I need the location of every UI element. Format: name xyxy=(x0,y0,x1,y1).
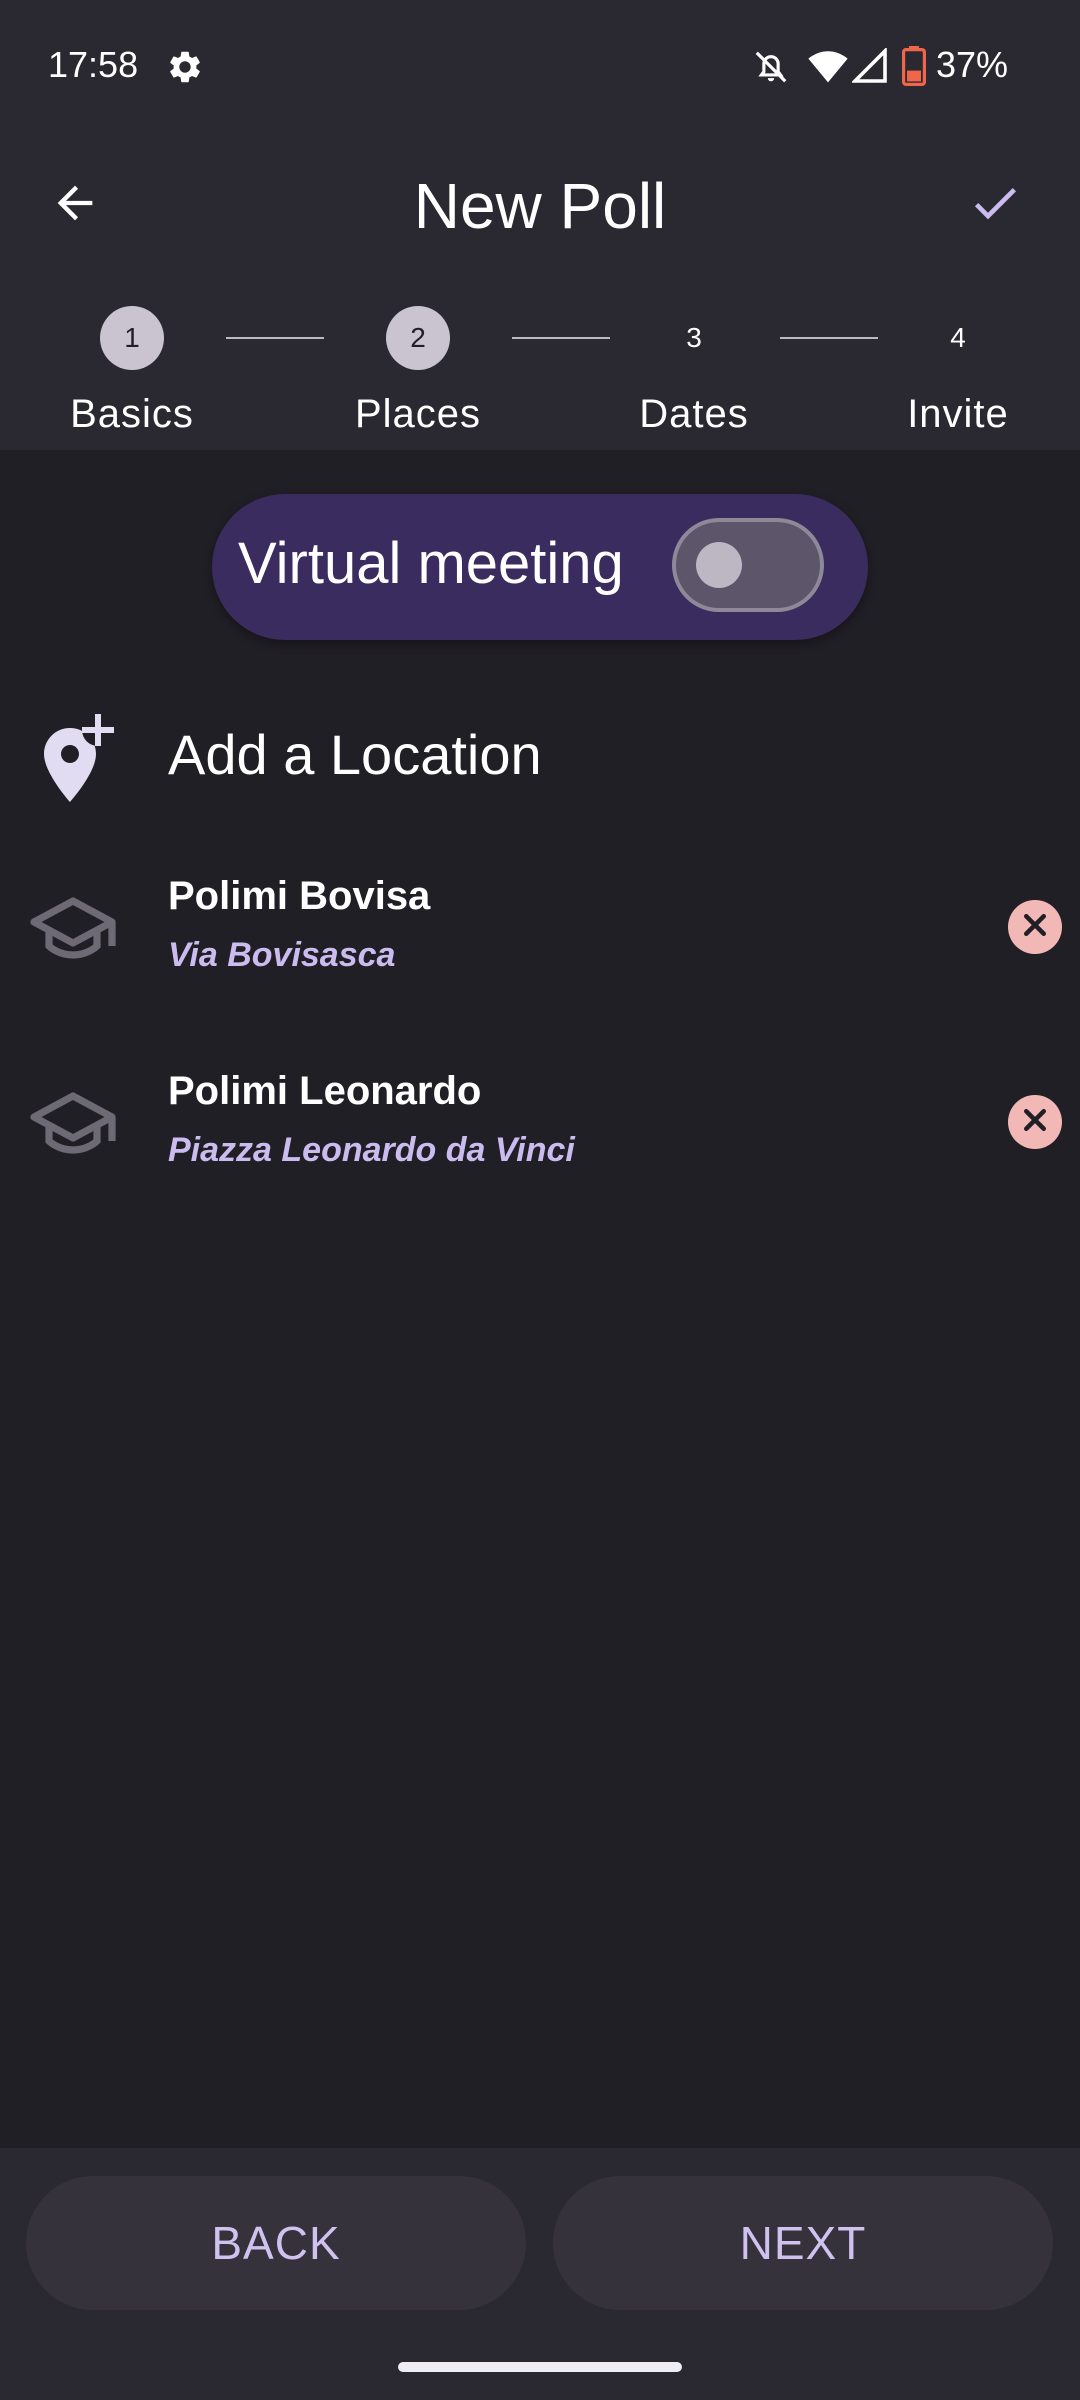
next-button[interactable]: NEXT xyxy=(553,2176,1053,2310)
school-icon xyxy=(28,892,118,969)
location-name: Polimi Leonardo xyxy=(168,1069,482,1113)
step-dates[interactable]: 3 Dates xyxy=(594,306,794,436)
add-location-icon xyxy=(38,710,122,811)
location-address: Via Bovisasca xyxy=(168,936,396,974)
battery-icon xyxy=(902,46,926,91)
step-basics[interactable]: 1 Basics xyxy=(32,306,232,436)
back-button[interactable]: BACK xyxy=(26,2176,526,2310)
app-bar: New Poll 1 Basics 2 Places 3 Dates 4 Inv… xyxy=(0,130,1080,450)
close-icon xyxy=(1020,1105,1050,1140)
confirm-button[interactable] xyxy=(950,160,1040,250)
status-bar: 17:58 37% xyxy=(0,0,1080,130)
step-label: Dates xyxy=(639,392,749,436)
page-title: New Poll xyxy=(413,170,667,242)
step-label: Invite xyxy=(907,392,1009,436)
step-number: 3 xyxy=(686,322,702,353)
remove-location-button[interactable] xyxy=(1008,900,1062,954)
notifications-off-icon xyxy=(752,48,790,91)
step-number: 4 xyxy=(950,322,966,353)
virtual-meeting-toggle[interactable] xyxy=(672,518,824,612)
wifi-icon xyxy=(808,48,848,89)
add-location-button[interactable]: Add a Location xyxy=(0,690,1080,820)
step-connector xyxy=(226,337,324,339)
location-address: Piazza Leonardo da Vinci xyxy=(168,1131,575,1169)
virtual-meeting-label: Virtual meeting xyxy=(238,531,624,596)
signal-icon xyxy=(850,46,888,89)
close-icon xyxy=(1020,910,1050,945)
step-label: Basics xyxy=(70,392,194,436)
step-number: 2 xyxy=(386,306,450,370)
bottom-navigation-bar: BACK NEXT xyxy=(0,2148,1080,2400)
virtual-meeting-switch-tile[interactable]: Virtual meeting xyxy=(212,494,868,640)
step-places[interactable]: 2 Places xyxy=(318,306,518,436)
location-item[interactable]: Polimi Leonardo Piazza Leonardo da Vinci xyxy=(0,1049,1080,1199)
step-label: Places xyxy=(354,392,482,436)
school-icon xyxy=(28,1087,118,1164)
add-location-label: Add a Location xyxy=(168,723,542,786)
toggle-knob xyxy=(696,542,742,588)
home-indicator[interactable] xyxy=(398,2362,682,2372)
settings-icon xyxy=(166,48,204,91)
step-number: 1 xyxy=(100,306,164,370)
status-time: 17:58 xyxy=(48,44,139,85)
location-name: Polimi Bovisa xyxy=(168,874,431,918)
battery-percent: 37% xyxy=(936,44,1009,85)
step-invite[interactable]: 4 Invite xyxy=(858,306,1058,436)
location-item[interactable]: Polimi Bovisa Via Bovisasca xyxy=(0,854,1080,1004)
check-icon xyxy=(967,175,1023,236)
remove-location-button[interactable] xyxy=(1008,1095,1062,1149)
